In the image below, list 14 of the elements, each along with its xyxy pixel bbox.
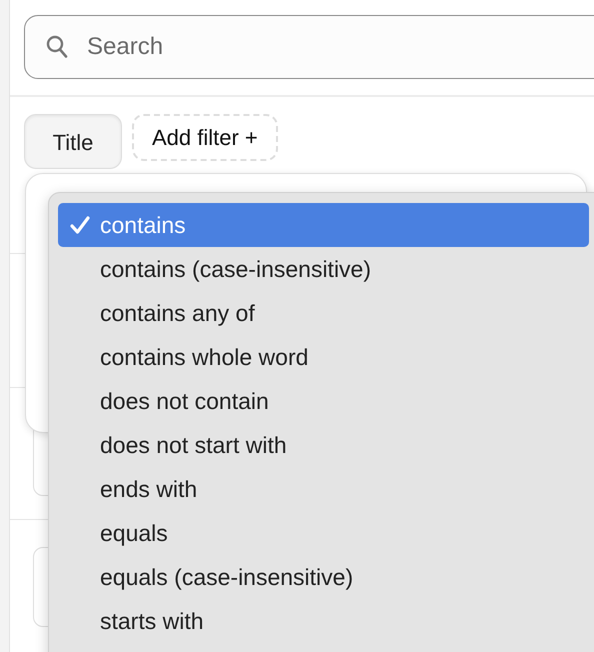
- menu-item[interactable]: equals: [58, 511, 589, 555]
- search-field[interactable]: Search: [24, 15, 594, 79]
- check-icon: [70, 216, 90, 234]
- menu-item[interactable]: does not contain: [58, 379, 589, 423]
- menu-item[interactable]: contains whole word: [58, 335, 589, 379]
- menu-item[interactable]: starts with: [58, 599, 589, 643]
- menu-item[interactable]: contains: [58, 203, 589, 247]
- menu-item[interactable]: contains (case-insensitive): [58, 247, 589, 291]
- add-filter-button[interactable]: Add filter +: [132, 114, 278, 161]
- filter-chip[interactable]: Title: [24, 114, 122, 169]
- menu-item[interactable]: does not start with: [58, 423, 589, 467]
- menu-item[interactable]: ends with: [58, 467, 589, 511]
- menu-item[interactable]: equals (case-insensitive): [58, 555, 589, 599]
- menu-item[interactable]: contains any of: [58, 291, 589, 335]
